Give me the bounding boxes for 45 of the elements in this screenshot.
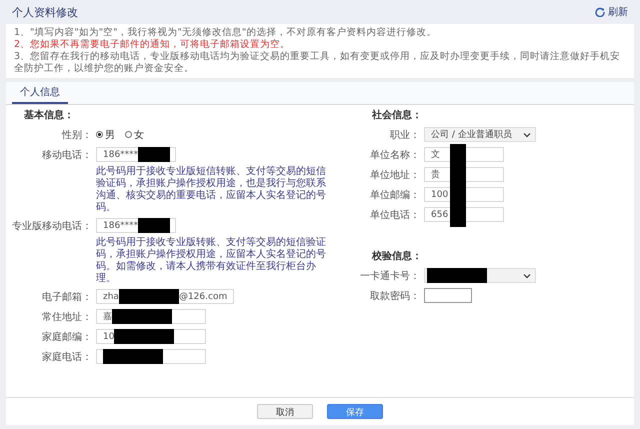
password-field[interactable] [424,288,472,303]
field-label: 家庭邮编： [41,330,92,344]
radio-button[interactable] [125,131,132,138]
help-text: 此号码用于接收专业版短信转账、支付等交易的短信验证码，承担账户操作授权用途，也是我行与您联系沟通、核实交易的重要电话，应留本人实名登记的号码。 [96,166,326,214]
field-label: 移动电话： [41,148,92,162]
radio-label: 男 [105,128,115,142]
radio-label: 女 [134,128,144,142]
field-label: 家庭电话： [41,350,92,364]
refresh-button[interactable]: 刷新 [589,5,634,19]
section-heading: 社会信息： [370,109,423,123]
field-label: 单位电话： [369,208,420,222]
input-field[interactable]: 186**** [96,218,176,233]
field-label: 取款密码： [369,290,420,302]
field-label: 单位邮编： [369,188,420,202]
section-heading: 校验信息： [370,250,423,264]
input-field[interactable]: 10 [96,329,206,344]
field-label: 电子邮箱： [41,290,92,304]
input-field[interactable]: zha @126.com [96,289,234,304]
occupation-select[interactable]: 公司 / 企业普通职员 [424,127,536,142]
radio-button[interactable] [96,131,103,138]
caret-icon [523,272,531,278]
field-label: 一卡通卡号： [359,270,420,282]
field-label: 专业版移动电话： [11,220,92,232]
note-text: 2、您如果不再需要电子邮件的通知，可将电子邮箱设置为空。 [14,39,292,51]
cancel-button[interactable]: 取消 [257,404,313,419]
tab[interactable]: 个人信息 [12,82,68,104]
card-select[interactable] [424,268,536,283]
note-text: 3、您留存在我行的移动电话，专业版移动电话均为验证交易的重要工具，如有变更或停用，应及时办理变更手续，同时请注意做好手机安全防护工作，以维护您的账户资金安全。 [14,51,622,75]
radio-option[interactable]: 男 [96,128,115,142]
field-label: 单位名称： [369,148,420,162]
select-value: 公司 / 企业普通职员 [431,128,512,141]
input-field[interactable] [96,349,206,364]
radio-option[interactable]: 女 [125,128,144,142]
note-text: 1、"填写内容"如为"空"，我行将视为"无须修改信息"的选择，不对原有客户资料内容进行修改。 [14,27,438,39]
refresh-icon [595,7,605,17]
caret-icon [523,132,531,138]
field-label: 单位地址： [369,168,420,182]
input-field[interactable]: 186**** [96,147,176,162]
field-label: 职业： [389,128,420,142]
field-label: 性别： [60,128,92,142]
field-label: 常住地址： [41,310,92,324]
input-field[interactable]: 嘉 [96,309,206,324]
page-title: 个人资料修改 [11,4,78,20]
help-text: 此号码用于接收专业版转账、支付等交易的短信验证码，承担账户操作授权用途，应留本人实名登记的号码。如需修改，请本人携带有效证件至我行柜台办理。 [96,237,326,285]
section-heading: 基本信息： [23,109,75,123]
